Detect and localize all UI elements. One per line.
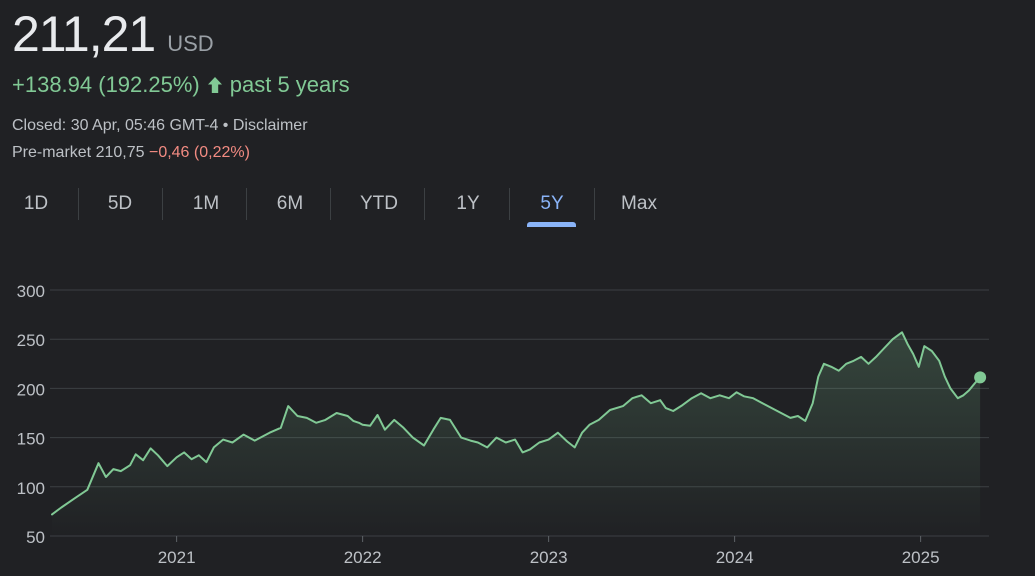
x-tick-label: 2021 (158, 548, 196, 567)
current-price-dot (974, 371, 987, 384)
x-tick-label: 2025 (902, 548, 940, 567)
x-tick-label: 2022 (344, 548, 382, 567)
price-area-fill (52, 332, 981, 536)
price-chart[interactable]: 50 100 150 200 250 300 2021 2022 2023 2024 2025 (0, 0, 1035, 576)
y-tick-label: 200 (17, 380, 45, 399)
x-tick-label: 2024 (716, 548, 754, 567)
y-tick-label: 300 (17, 282, 45, 301)
y-tick-label: 100 (17, 479, 45, 498)
y-tick-label: 150 (17, 430, 45, 449)
x-tick-label: 2023 (530, 548, 568, 567)
y-tick-label: 250 (17, 331, 45, 350)
y-tick-label: 50 (26, 528, 45, 547)
